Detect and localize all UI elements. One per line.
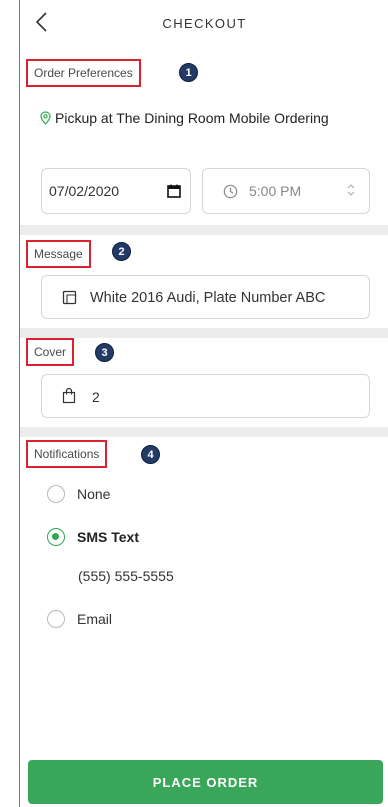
order-preferences-badge: 1	[179, 63, 198, 82]
bag-icon	[62, 387, 76, 407]
place-order-button[interactable]: PLACE ORDER	[28, 760, 383, 804]
message-label: Message	[26, 240, 91, 268]
section-divider	[20, 427, 388, 437]
notifications-badge: 4	[141, 445, 160, 464]
note-icon	[62, 290, 77, 308]
location-pin-icon	[40, 110, 55, 126]
option-label: None	[77, 486, 111, 502]
radio-button[interactable]	[47, 485, 65, 503]
clock-icon	[223, 184, 238, 202]
time-value: 5:00 PM	[249, 183, 302, 199]
date-value: 07/02/2020	[49, 183, 120, 199]
notification-option-email[interactable]: Email	[47, 610, 112, 628]
cover-label: Cover	[26, 338, 75, 366]
notifications-label: Notifications	[26, 440, 108, 468]
message-input[interactable]: White 2016 Audi, Plate Number ABC	[41, 275, 370, 319]
date-input[interactable]: 07/02/2020	[41, 168, 191, 214]
checkout-screen: CHECKOUT Order Preferences 1 Pickup at T…	[19, 0, 388, 807]
notification-option-none[interactable]: None	[47, 485, 110, 503]
chevron-updown-icon	[347, 183, 355, 200]
notification-option-sms[interactable]: SMS Text	[47, 528, 139, 546]
message-value: White 2016 Audi, Plate Number ABC	[90, 290, 326, 306]
order-preferences-label: Order Preferences	[26, 59, 141, 87]
option-label: Email	[77, 611, 113, 627]
time-select[interactable]: 5:00 PM	[202, 168, 370, 214]
cover-badge: 3	[95, 343, 114, 362]
radio-button-selected[interactable]	[47, 528, 65, 546]
radio-button[interactable]	[47, 610, 65, 628]
header: CHECKOUT	[20, 0, 388, 46]
cover-value: 2	[92, 389, 100, 405]
cover-input[interactable]: 2	[41, 374, 370, 418]
section-divider	[20, 328, 388, 338]
section-divider	[20, 225, 388, 235]
message-badge: 2	[112, 242, 131, 261]
sms-phone-number: (555) 555-5555	[78, 568, 174, 584]
pickup-text: Pickup at The Dining Room Mobile Orderin…	[55, 110, 329, 126]
pickup-location: Pickup at The Dining Room Mobile Orderin…	[40, 107, 360, 129]
option-label: SMS Text	[77, 529, 139, 545]
page-title: CHECKOUT	[162, 16, 247, 31]
calendar-icon[interactable]	[167, 184, 181, 201]
